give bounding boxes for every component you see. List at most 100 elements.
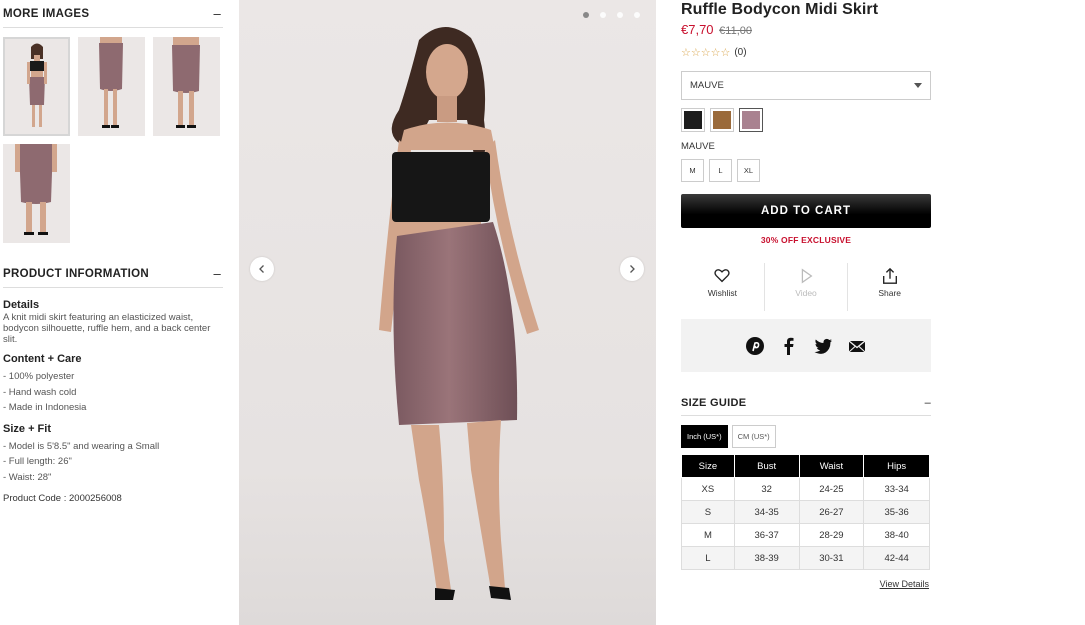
share-label: Share bbox=[878, 288, 902, 298]
swatch-brown[interactable] bbox=[710, 108, 734, 132]
column-header: Hips bbox=[863, 454, 930, 478]
carousel-dot[interactable] bbox=[617, 12, 623, 18]
thumbnail-grid bbox=[3, 37, 223, 243]
size-fit-title: Size + Fit bbox=[3, 422, 51, 435]
size-table: Size Bust Waist Hips XS 32 24-25 33-34 S… bbox=[681, 454, 930, 570]
prev-image-button[interactable] bbox=[250, 257, 274, 281]
table-cell: S bbox=[681, 500, 735, 524]
thumbnail-detail[interactable] bbox=[3, 144, 70, 243]
product-information-header[interactable]: PRODUCT INFORMATION – bbox=[3, 260, 223, 288]
size-item: - Waist: 28" bbox=[3, 471, 52, 483]
play-icon bbox=[801, 268, 813, 284]
carousel-dot[interactable] bbox=[583, 12, 589, 18]
table-cell: 36-37 bbox=[733, 523, 800, 547]
main-product-image[interactable] bbox=[239, 0, 656, 625]
product-code: Product Code : 2000256008 bbox=[3, 493, 122, 504]
color-select-value: MAUVE bbox=[690, 80, 724, 91]
table-cell: 34-35 bbox=[733, 500, 800, 524]
star-rating-icon: ☆☆☆☆☆ bbox=[681, 47, 731, 59]
next-image-button[interactable] bbox=[620, 257, 644, 281]
video-button[interactable]: Video bbox=[765, 263, 849, 311]
collapse-icon[interactable]: – bbox=[213, 266, 223, 281]
pinterest-icon[interactable] bbox=[745, 336, 765, 356]
size-fit-section: Size + Fit - Model is 5'8.5" and wearing… bbox=[3, 422, 223, 486]
product-title: Ruffle Bodycon Midi Skirt bbox=[681, 1, 879, 18]
promo-text: 30% OFF EXCLUSIVE bbox=[760, 235, 852, 245]
size-options: M L XL bbox=[681, 159, 931, 182]
column-header: Bust bbox=[733, 454, 800, 478]
carousel-dot[interactable] bbox=[600, 12, 606, 18]
content-item: - Hand wash cold bbox=[3, 386, 77, 398]
table-cell: 35-36 bbox=[863, 500, 930, 524]
table-cell: 28-29 bbox=[798, 523, 865, 547]
product-information-heading: PRODUCT INFORMATION bbox=[3, 267, 150, 280]
swatch-black[interactable] bbox=[681, 108, 705, 132]
table-cell: 38-40 bbox=[863, 523, 930, 547]
more-images-heading: MORE IMAGES bbox=[3, 7, 90, 20]
add-to-cart-button[interactable]: ADD TO CART bbox=[681, 194, 931, 228]
wishlist-label: Wishlist bbox=[707, 288, 737, 298]
thumbnail-back[interactable] bbox=[153, 37, 220, 136]
wishlist-button[interactable]: Wishlist bbox=[681, 263, 765, 311]
color-swatches bbox=[681, 108, 931, 132]
original-price: €11,00 bbox=[719, 25, 752, 37]
size-guide-header[interactable]: SIZE GUIDE – bbox=[681, 390, 931, 416]
size-button-xl[interactable]: XL bbox=[737, 159, 760, 182]
table-cell: 30-31 bbox=[798, 546, 865, 570]
table-cell: 42-44 bbox=[863, 546, 930, 570]
table-cell: L bbox=[681, 546, 735, 570]
heart-icon bbox=[714, 269, 730, 283]
table-header-row: Size Bust Waist Hips bbox=[681, 454, 930, 478]
table-cell: 24-25 bbox=[798, 477, 865, 501]
collapse-icon[interactable]: – bbox=[925, 397, 931, 409]
product-photo bbox=[239, 0, 656, 625]
rating[interactable]: ☆☆☆☆☆ (0) bbox=[681, 46, 931, 59]
view-details-link[interactable]: View Details bbox=[681, 579, 931, 589]
content-item: - Made in Indonesia bbox=[3, 402, 87, 413]
price: €7,70 €11,00 bbox=[681, 22, 931, 37]
product-actions: Wishlist Video Share bbox=[681, 263, 931, 311]
chevron-down-icon bbox=[914, 83, 922, 88]
content-item: - 100% polyester bbox=[3, 371, 75, 382]
content-care-title: Content + Care bbox=[3, 353, 82, 365]
social-share-bar bbox=[681, 319, 931, 372]
carousel-dots bbox=[583, 12, 640, 18]
review-count: (0) bbox=[734, 47, 747, 58]
share-button[interactable]: Share bbox=[848, 263, 931, 311]
share-icon bbox=[882, 267, 897, 284]
table-cell: 32 bbox=[733, 477, 800, 501]
unit-inch-button[interactable]: Inch (US*) bbox=[681, 425, 728, 448]
left-column: MORE IMAGES – PRODUCT INFORMATION – Deta… bbox=[3, 0, 223, 504]
size-item: - Full length: 26" bbox=[3, 456, 72, 467]
unit-toggle: Inch (US*) CM (US*) bbox=[681, 425, 931, 448]
table-cell: 38-39 bbox=[733, 546, 800, 570]
chevron-left-icon bbox=[259, 265, 264, 273]
carousel-dot[interactable] bbox=[634, 12, 640, 18]
table-row: L 38-39 30-31 42-44 bbox=[681, 546, 930, 570]
details-text: A knit midi skirt featuring an elasticiz… bbox=[3, 312, 211, 345]
column-header: Waist bbox=[798, 454, 865, 478]
thumbnail-front[interactable] bbox=[3, 37, 70, 136]
product-information-body: Details A knit midi skirt featuring an e… bbox=[3, 288, 223, 505]
swatch-mauve[interactable] bbox=[739, 108, 763, 132]
color-select[interactable]: MAUVE bbox=[681, 71, 931, 100]
table-cell: 26-27 bbox=[798, 500, 865, 524]
product-information-section: PRODUCT INFORMATION – Details A knit mid… bbox=[3, 260, 223, 504]
column-header: Size bbox=[681, 454, 735, 478]
table-row: XS 32 24-25 33-34 bbox=[681, 477, 930, 501]
table-cell: M bbox=[681, 523, 735, 547]
thumbnail-side[interactable] bbox=[78, 37, 145, 136]
sale-price: €7,70 bbox=[681, 22, 714, 37]
content-care-section: Content + Care - 100% polyester - Hand w… bbox=[3, 354, 223, 416]
email-icon[interactable] bbox=[847, 336, 867, 356]
size-button-l[interactable]: L bbox=[709, 159, 732, 182]
collapse-icon[interactable]: – bbox=[213, 6, 223, 21]
chevron-right-icon bbox=[630, 265, 635, 273]
table-cell: 33-34 bbox=[863, 477, 930, 501]
size-button-m[interactable]: M bbox=[681, 159, 704, 182]
facebook-icon[interactable] bbox=[779, 336, 799, 356]
more-images-header[interactable]: MORE IMAGES – bbox=[3, 0, 223, 28]
size-item: - Model is 5'8.5" and wearing a Small bbox=[3, 440, 160, 452]
unit-cm-button[interactable]: CM (US*) bbox=[731, 425, 776, 448]
twitter-icon[interactable] bbox=[813, 336, 833, 356]
